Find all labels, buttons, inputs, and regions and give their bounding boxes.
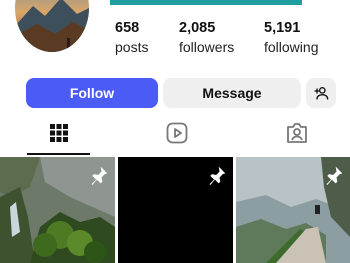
message-button-label: Message — [202, 85, 262, 101]
followers-count: 2,085 — [179, 20, 216, 36]
stat-posts[interactable]: 658 posts — [115, 20, 148, 56]
tab-reels[interactable] — [162, 120, 192, 146]
posts-label: posts — [115, 39, 149, 55]
profile-page: 658 posts 2,085 followers 5,191 followin… — [0, 0, 350, 263]
posts-count: 658 — [115, 20, 140, 36]
reels-icon — [166, 122, 188, 144]
active-tab-indicator — [27, 153, 90, 155]
stat-following[interactable]: 5,191 following — [264, 20, 318, 56]
follow-button-label: Follow — [69, 85, 115, 101]
pinned-post-icon — [326, 166, 343, 185]
tab-tagged[interactable] — [282, 120, 312, 146]
profile-avatar[interactable] — [15, 0, 89, 52]
tab-posts-grid[interactable] — [44, 120, 74, 146]
stat-followers[interactable]: 2,085 followers — [179, 20, 234, 56]
grid-icon — [50, 124, 68, 142]
follow-button[interactable]: Follow — [26, 78, 158, 108]
following-count: 5,191 — [264, 20, 301, 36]
following-label: following — [264, 39, 319, 55]
message-button[interactable]: Message — [163, 78, 301, 108]
pinned-post-icon — [209, 166, 226, 185]
post-tile-2[interactable] — [118, 157, 233, 263]
post-tile-1[interactable] — [0, 157, 115, 263]
add-person-icon — [314, 87, 329, 100]
post-tile-3[interactable] — [236, 157, 350, 263]
pinned-post-icon — [91, 166, 108, 185]
tagged-icon — [287, 123, 307, 143]
profile-banner-strip — [110, 0, 302, 5]
add-person-button[interactable] — [306, 78, 336, 108]
followers-label: followers — [179, 39, 235, 55]
